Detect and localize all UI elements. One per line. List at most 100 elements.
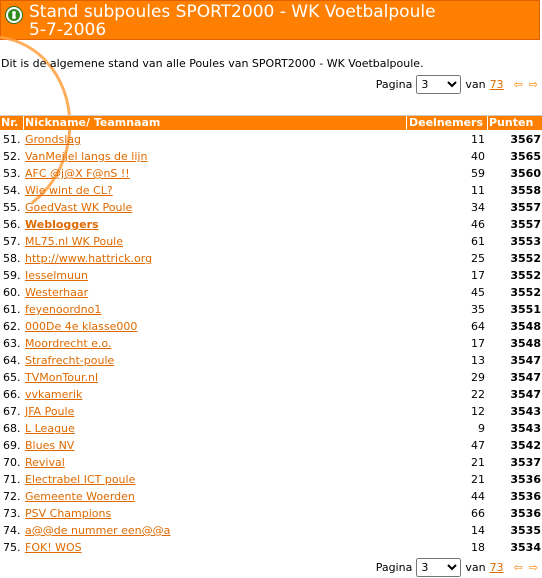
row-nr: 60. xyxy=(3,286,21,299)
row-deelnemers: 35 xyxy=(471,303,485,316)
team-link[interactable]: Moordrecht e.o. xyxy=(25,335,111,352)
last-page-link[interactable]: 73 xyxy=(490,561,504,574)
page-select[interactable]: 3 xyxy=(416,74,462,94)
page-select[interactable]: 3 xyxy=(416,557,462,577)
row-punten: 3552 xyxy=(510,286,541,299)
team-link[interactable]: Wie wint de CL? xyxy=(25,182,113,199)
arrow-left-icon[interactable]: ⇦ xyxy=(514,561,523,574)
pager-of-label: van xyxy=(465,560,486,574)
table-row: 75. FOK! WOS 18 3534 xyxy=(0,539,542,556)
team-link[interactable]: Webloggers xyxy=(25,216,99,233)
table-row: 73. PSV Champions 66 3536 xyxy=(0,505,542,522)
pager-bottom: Pagina 3 van 73 ⇦ ⇨ xyxy=(376,556,538,578)
row-nr: 65. xyxy=(3,371,21,384)
team-link[interactable]: Electrabel ICT poule xyxy=(25,471,135,488)
team-link[interactable]: PSV Champions xyxy=(25,505,111,522)
row-nr: 58. xyxy=(3,252,21,265)
intro-text: Dit is de algemene stand van alle Poules… xyxy=(1,57,424,70)
team-link[interactable]: Blues NV xyxy=(25,437,74,454)
row-punten: 3534 xyxy=(510,541,541,554)
row-punten: 3543 xyxy=(510,422,541,435)
row-nr: 52. xyxy=(3,150,21,163)
col-deelnemers: Deelnemers xyxy=(409,116,484,129)
team-link[interactable]: feyenoordno1 xyxy=(25,301,101,318)
column-divider xyxy=(406,116,407,130)
team-link[interactable]: L League xyxy=(25,420,75,437)
team-link[interactable]: a@@de nummer een@@a xyxy=(25,522,170,539)
row-punten: 3567 xyxy=(510,133,541,146)
row-nr: 59. xyxy=(3,269,21,282)
table-row: 57. ML75.nl WK Poule 61 3553 xyxy=(0,233,542,250)
table-row: 56. Webloggers 46 3557 xyxy=(0,216,542,233)
row-deelnemers: 11 xyxy=(471,184,485,197)
row-punten: 3557 xyxy=(510,218,541,231)
row-nr: 70. xyxy=(3,456,21,469)
column-divider xyxy=(487,116,488,130)
table-row: 71. Electrabel ICT poule 21 3536 xyxy=(0,471,542,488)
column-divider xyxy=(23,116,24,130)
row-nr: 51. xyxy=(3,133,21,146)
row-deelnemers: 21 xyxy=(471,456,485,469)
team-link[interactable]: vvkamerik xyxy=(25,386,82,403)
row-deelnemers: 17 xyxy=(471,337,485,350)
row-punten: 3542 xyxy=(510,439,541,452)
row-deelnemers: 46 xyxy=(471,218,485,231)
col-nr: Nr. xyxy=(1,116,19,129)
row-punten: 3553 xyxy=(510,235,541,248)
team-link[interactable]: Westerhaar xyxy=(25,284,88,301)
row-deelnemers: 64 xyxy=(471,320,485,333)
row-nr: 73. xyxy=(3,507,21,520)
table-row: 60. Westerhaar 45 3552 xyxy=(0,284,542,301)
row-nr: 72. xyxy=(3,490,21,503)
arrow-right-icon[interactable]: ⇨ xyxy=(529,561,538,574)
team-link[interactable]: JFA Poule xyxy=(25,403,74,420)
row-punten: 3535 xyxy=(510,524,541,537)
team-link[interactable]: 000De 4e klasse000 xyxy=(25,318,137,335)
team-link[interactable]: Gemeente Woerden xyxy=(25,488,135,505)
table-row: 59. Iesselmuun 17 3552 xyxy=(0,267,542,284)
arrow-left-icon[interactable]: ⇦ xyxy=(514,78,523,91)
row-deelnemers: 14 xyxy=(471,524,485,537)
table-row: 65. TVMonTour.nl 29 3547 xyxy=(0,369,542,386)
team-link[interactable]: VanMeijel langs de lijn xyxy=(25,148,147,165)
team-link[interactable]: Revival xyxy=(25,454,65,471)
table-header: Nr. Nickname/ Teamnaam Deelnemers Punten xyxy=(0,116,542,130)
table-row: 66. vvkamerik 22 3547 xyxy=(0,386,542,403)
standings-table: 51. Grondslag 11 3567 52. VanMeijel langs de … xyxy=(0,131,542,556)
table-row: 51. Grondslag 11 3567 xyxy=(0,131,542,148)
team-link[interactable]: Strafrecht-poule xyxy=(25,352,114,369)
team-link[interactable]: FOK! WOS xyxy=(25,539,82,556)
table-row: 67. JFA Poule 12 3543 xyxy=(0,403,542,420)
row-nr: 56. xyxy=(3,218,21,231)
last-page-link[interactable]: 73 xyxy=(490,78,504,91)
row-punten: 3548 xyxy=(510,320,541,333)
table-row: 55. GoedVast WK Poule 34 3557 xyxy=(0,199,542,216)
title-line-2: 5-7-2006 xyxy=(29,20,107,40)
team-link[interactable]: Grondslag xyxy=(25,131,81,148)
row-punten: 3537 xyxy=(510,456,541,469)
team-link[interactable]: TVMonTour.nl xyxy=(25,369,98,386)
table-row: 69. Blues NV 47 3542 xyxy=(0,437,542,454)
table-row: 58. http://www.hattrick.org 25 3552 xyxy=(0,250,542,267)
row-nr: 71. xyxy=(3,473,21,486)
row-nr: 62. xyxy=(3,320,21,333)
row-deelnemers: 9 xyxy=(478,422,485,435)
row-punten: 3558 xyxy=(510,184,541,197)
row-deelnemers: 11 xyxy=(471,133,485,146)
row-punten: 3565 xyxy=(510,150,541,163)
row-deelnemers: 47 xyxy=(471,439,485,452)
row-deelnemers: 66 xyxy=(471,507,485,520)
row-punten: 3536 xyxy=(510,490,541,503)
team-link[interactable]: GoedVast WK Poule xyxy=(25,199,132,216)
arrow-right-icon[interactable]: ⇨ xyxy=(529,78,538,91)
row-nr: 61. xyxy=(3,303,21,316)
table-row: 53. AFC @j@X F@nS !! 59 3560 xyxy=(0,165,542,182)
team-link[interactable]: Iesselmuun xyxy=(25,267,88,284)
row-deelnemers: 59 xyxy=(471,167,485,180)
team-link[interactable]: http://www.hattrick.org xyxy=(25,250,152,267)
row-deelnemers: 34 xyxy=(471,201,485,214)
row-punten: 3552 xyxy=(510,252,541,265)
row-nr: 63. xyxy=(3,337,21,350)
team-link[interactable]: ML75.nl WK Poule xyxy=(25,233,123,250)
team-link[interactable]: AFC @j@X F@nS !! xyxy=(25,165,130,182)
